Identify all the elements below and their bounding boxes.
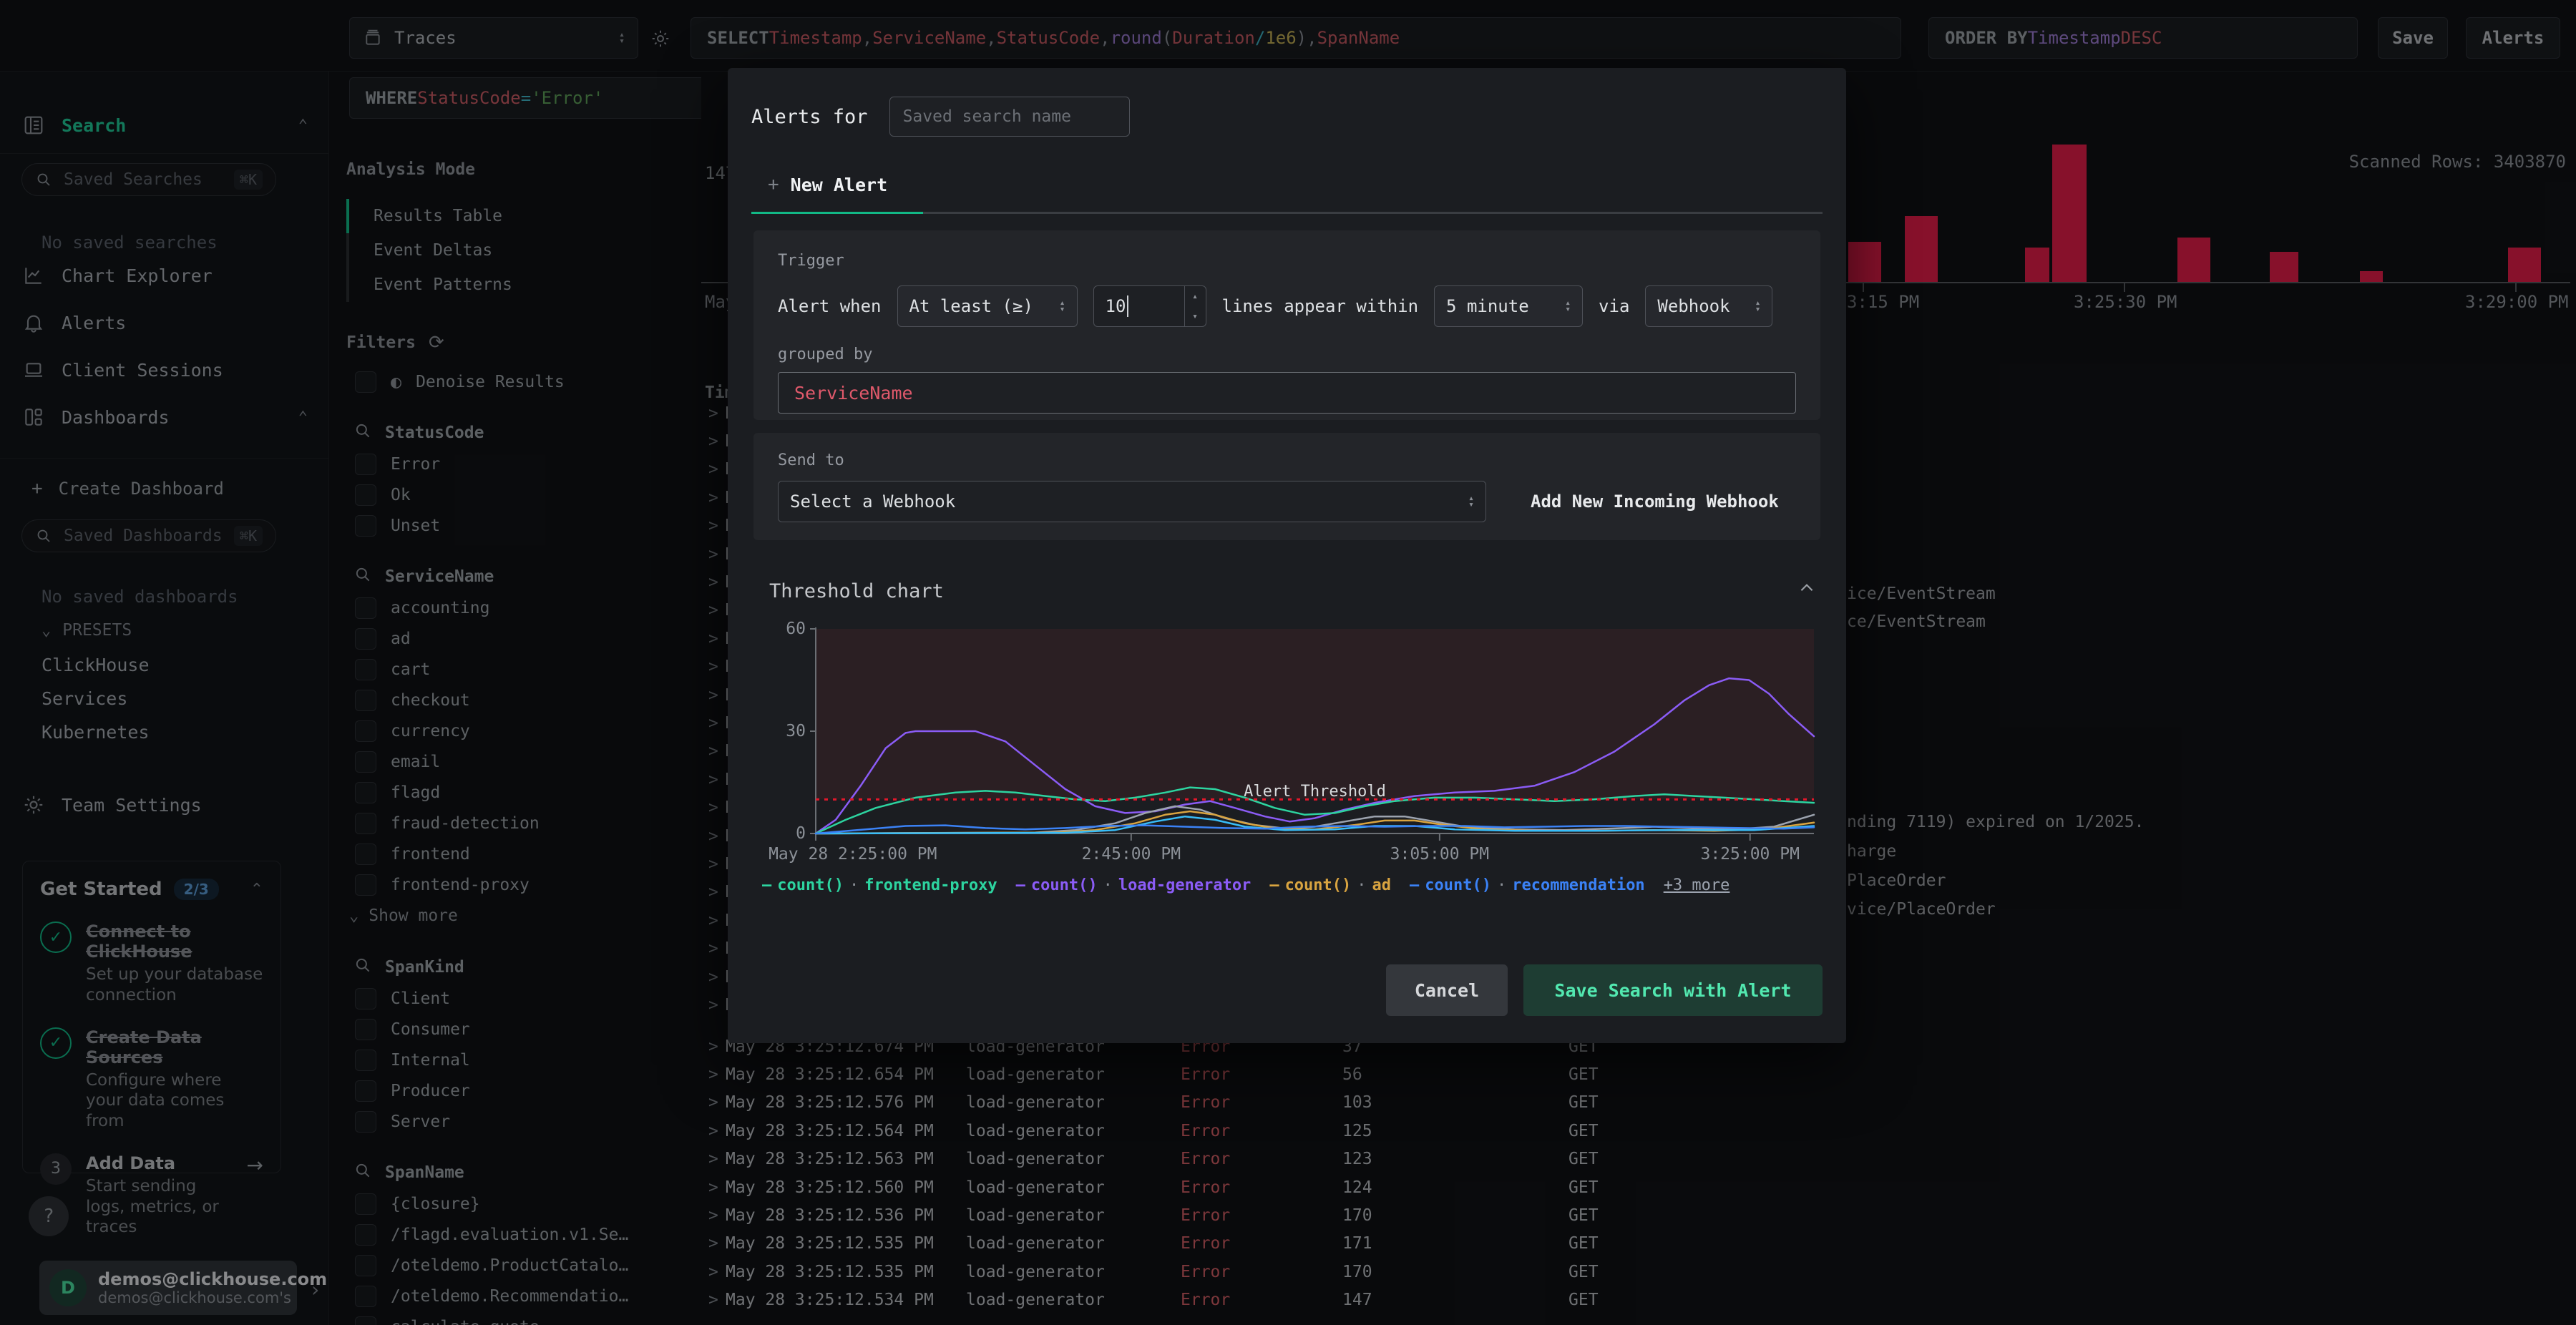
chart-x-tick-label: 2:45:00 PM [1081, 845, 1181, 864]
select-chevrons-icon: ▴ ▾ [1565, 298, 1571, 315]
select-chevrons-icon: ▴ ▾ [1468, 493, 1474, 510]
legend-series-name: recommendation [1512, 876, 1645, 894]
add-webhook-button[interactable]: Add New Incoming Webhook [1531, 492, 1779, 512]
legend-more-link[interactable]: +3 more [1664, 876, 1730, 894]
threshold-chart: May 28 2:25:00 PM 2:45:00 PM 3:05:00 PM 3:2… [769, 620, 1821, 864]
cancel-button[interactable]: Cancel [1386, 964, 1508, 1016]
window-select[interactable]: 5 minute ▴ ▾ [1434, 285, 1584, 327]
grouped-by-label: grouped by [778, 346, 873, 363]
save-search-with-alert-button[interactable]: Save Search with Alert [1523, 964, 1823, 1016]
text-cursor [1127, 295, 1129, 317]
threshold-chart-title: Threshold chart [769, 580, 944, 602]
legend-item-load-generator[interactable]: — count() · load-generator [1016, 876, 1252, 894]
alert-when-label: Alert when [778, 296, 882, 316]
legend-separator: · [1103, 876, 1113, 894]
chart-y-tick-label: 60 [786, 620, 806, 638]
condition-select[interactable]: At least (≥) ▴ ▾ [897, 285, 1078, 327]
legend-swatch: — [1269, 876, 1279, 894]
legend-swatch: — [1015, 876, 1025, 894]
legend-separator: · [849, 876, 859, 894]
select-chevrons-icon: ▴ ▾ [1059, 298, 1065, 315]
legend-series-name: ad [1372, 876, 1392, 894]
lines-within-label: lines appear within [1221, 296, 1419, 316]
legend-series-name: load-generator [1118, 876, 1252, 894]
saved-search-name-input[interactable]: Saved search name [889, 97, 1130, 137]
send-to-label: Send to [778, 451, 844, 469]
legend-item-frontend-proxy[interactable]: — count() · frontend-proxy [762, 876, 997, 894]
legend-swatch: — [1410, 876, 1420, 894]
alert-threshold-label: Alert Threshold [1244, 783, 1386, 801]
chart-x-tick-label: 3:25:00 PM [1700, 845, 1800, 864]
trigger-card: Trigger Alert when At least (≥) ▴ ▾ 10 ▴ ▾… [753, 230, 1820, 420]
chart-x-tick-label: 3:05:00 PM [1390, 845, 1490, 864]
app-root: HyperDX Search ⌃ Saved Searches ⌘K No sa… [0, 0, 2576, 1325]
send-to-card: Send to Select a Webhook ▴ ▾ Add New Inco… [753, 433, 1820, 540]
legend-item-ad[interactable]: — count() · ad [1269, 876, 1391, 894]
via-label: via [1599, 296, 1630, 316]
tab-underline-active [751, 212, 923, 214]
chart-y-tick-label: 0 [796, 824, 806, 843]
number-stepper[interactable]: ▴ ▾ [1184, 286, 1206, 326]
legend-swatch: — [762, 876, 772, 894]
trigger-section-label: Trigger [778, 252, 844, 270]
alert-modal: Alerts for Saved search name + New Alert… [728, 68, 1846, 1043]
chart-x-tick-label: May 28 2:25:00 PM [769, 845, 937, 864]
legend-metric: count() [1030, 876, 1098, 894]
legend-metric: count() [777, 876, 844, 894]
tab-new-alert[interactable]: + New Alert [768, 174, 887, 195]
legend-series-name: frontend-proxy [864, 876, 997, 894]
legend-separator: · [1357, 876, 1367, 894]
legend-item-recommendation[interactable]: — count() · recommendation [1410, 876, 1645, 894]
legend-metric: count() [1425, 876, 1491, 894]
legend-separator: · [1497, 876, 1507, 894]
webhook-select[interactable]: Select a Webhook ▴ ▾ [778, 481, 1486, 522]
collapse-chart-chevron-icon[interactable] [1797, 579, 1816, 600]
new-alert-tab-label: New Alert [790, 174, 888, 195]
legend-metric: count() [1284, 876, 1352, 894]
grouped-by-input[interactable]: ServiceName [778, 372, 1796, 414]
select-chevrons-icon: ▴ ▾ [1755, 298, 1761, 315]
modal-title: Alerts for [751, 105, 868, 128]
plus-icon: + [768, 174, 779, 195]
chart-legend: — count() · frontend-proxy — count() · load-gen… [762, 876, 1729, 894]
threshold-value-input[interactable]: 10 ▴ ▾ [1093, 285, 1206, 327]
chart-y-tick-label: 30 [786, 722, 806, 740]
channel-select[interactable]: Webhook ▴ ▾ [1645, 285, 1773, 327]
